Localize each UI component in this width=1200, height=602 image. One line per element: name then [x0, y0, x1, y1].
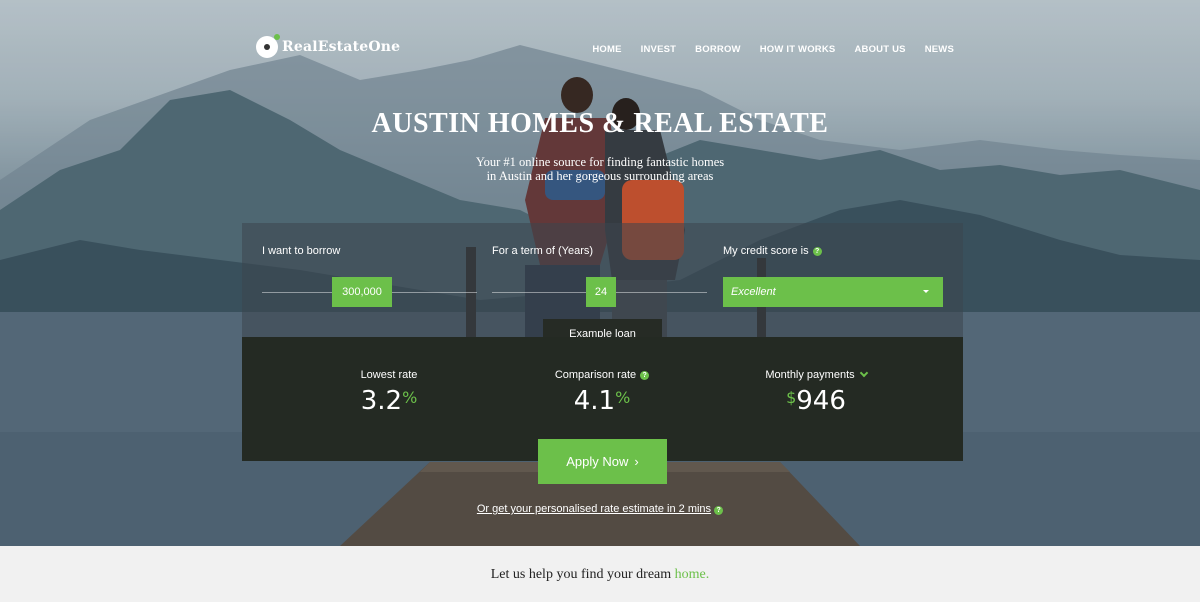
stat-lowest-rate: Lowest rate 3.2% — [289, 369, 489, 415]
credit-label: My credit score is ? — [723, 245, 822, 257]
monthly-payments-value: 946 — [796, 386, 846, 416]
hero-subtitle-line-1: Your #1 online source for finding fantas… — [475, 155, 725, 169]
chevron-right-icon: › — [634, 454, 639, 469]
credit-label-text: My credit score is — [723, 245, 809, 257]
lowest-rate-label: Lowest rate — [360, 369, 418, 381]
chevron-down-icon[interactable] — [859, 368, 868, 378]
term-label: For a term of (Years) — [492, 245, 593, 257]
rate-estimate-row: Or get your personalised rate estimate i… — [0, 503, 1200, 515]
apply-now-label: Apply Now — [566, 454, 629, 469]
comparison-rate-value: 4.1 — [573, 386, 616, 416]
help-icon[interactable]: ? — [812, 246, 822, 256]
hero-title: AUSTIN HOMES & REAL ESTATE — [371, 108, 829, 139]
nav-item-about-us[interactable]: ABOUT US — [854, 44, 905, 55]
help-icon[interactable]: ? — [640, 370, 650, 380]
lowest-rate-value: 3.2 — [360, 386, 403, 416]
help-icon[interactable]: ? — [714, 506, 724, 515]
apply-now-button[interactable]: Apply Now › — [538, 439, 667, 484]
credit-score-value: Excellent — [731, 286, 776, 298]
main-nav: HOME INVEST BORROW HOW IT WORKS ABOUT US… — [592, 44, 954, 55]
monthly-payments-label: Monthly payments — [765, 369, 855, 381]
borrow-label-text: I want to borrow — [262, 245, 341, 257]
logo-icon — [256, 34, 280, 58]
tagline: Let us help you find your dream home. — [0, 567, 1200, 583]
nav-item-home[interactable]: HOME — [592, 44, 621, 55]
brand-logo[interactable]: RealEstateOne — [256, 34, 401, 58]
credit-score-select[interactable]: Excellent — [723, 277, 943, 307]
hero-subtitle: Your #1 online source for finding fantas… — [0, 155, 1200, 183]
tagline-accent: home. — [674, 567, 710, 582]
nav-item-borrow[interactable]: BORROW — [695, 44, 741, 55]
monthly-payments-currency: $ — [786, 388, 797, 407]
lowest-rate-unit: % — [402, 388, 418, 407]
borrow-amount-slider[interactable]: 300,000 — [332, 277, 392, 307]
borrow-label: I want to borrow — [262, 245, 340, 257]
caret-down-icon — [923, 290, 929, 293]
brand-name: RealEstateOne — [282, 39, 401, 55]
stat-comparison-rate: Comparison rate? 4.1% — [502, 369, 702, 415]
hero-section: RealEstateOne HOME INVEST BORROW HOW IT … — [0, 0, 1200, 546]
comparison-rate-label: Comparison rate — [554, 369, 637, 381]
hero-subtitle-line-2: in Austin and her gorgeous surrounding a… — [486, 169, 714, 183]
term-years-slider[interactable]: 24 — [586, 277, 616, 307]
comparison-rate-unit: % — [615, 388, 631, 407]
term-label-text: For a term of (Years) — [492, 245, 594, 257]
rate-estimate-link[interactable]: Or get your personalised rate estimate i… — [477, 503, 711, 515]
nav-item-invest[interactable]: INVEST — [641, 44, 677, 55]
nav-item-how-it-works[interactable]: HOW IT WORKS — [760, 44, 836, 55]
tagline-main: Let us help you find your dream — [490, 567, 672, 582]
nav-item-news[interactable]: NEWS — [925, 44, 954, 55]
stat-monthly-payments: Monthly payments $946 — [716, 368, 916, 416]
